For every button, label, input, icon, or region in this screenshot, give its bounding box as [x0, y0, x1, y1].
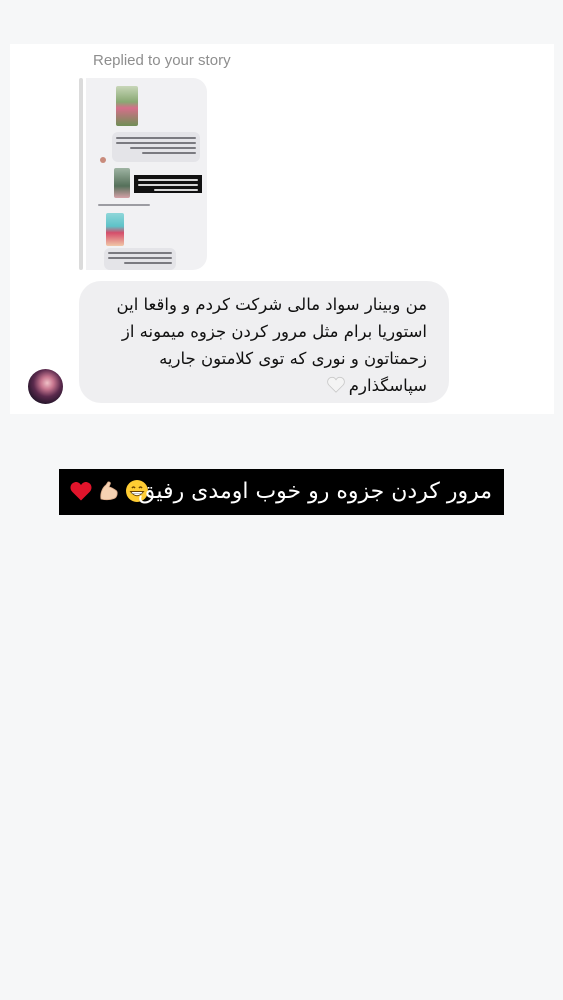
caption-text: مرور کردن جزوه رو خوب اومدی رفیق [138, 479, 492, 504]
story-thumbnail-image [106, 213, 124, 246]
preview-text-line [98, 204, 150, 206]
message-text-body: من وبینار سواد مالی شرکت کردم و واقعا ای… [116, 295, 427, 395]
red-heart-icon [70, 482, 92, 501]
preview-text-line [142, 152, 196, 154]
dm-screenshot-card: Replied to your story من وبینار سواد مال… [10, 44, 554, 414]
preview-text-line [108, 252, 172, 254]
message-bubble[interactable]: من وبینار سواد مالی شرکت کردم و واقعا ای… [79, 281, 449, 403]
preview-text-line [138, 184, 198, 186]
caption-emojis [69, 479, 149, 503]
preview-text-line [138, 179, 198, 181]
preview-text-line [116, 137, 196, 139]
flexed-biceps-icon [100, 481, 118, 501]
quote-line [79, 78, 83, 270]
white-heart-icon [327, 376, 345, 393]
preview-message-bubble [104, 248, 176, 270]
preview-text-line [130, 147, 196, 149]
story-caption: مرور کردن جزوه رو خوب اومدی رفیق [59, 469, 504, 515]
replied-to-story-label: Replied to your story [93, 52, 231, 69]
preview-avatar [100, 157, 106, 163]
story-preview-thumbnail[interactable] [86, 78, 207, 270]
message-text: من وبینار سواد مالی شرکت کردم و واقعا ای… [87, 291, 427, 399]
story-thumbnail-image [116, 86, 138, 126]
preview-text-line [124, 262, 172, 264]
preview-text-line [108, 257, 172, 259]
preview-text-line [116, 142, 196, 144]
sender-avatar[interactable] [28, 369, 63, 404]
preview-caption-box [134, 175, 202, 193]
story-thumbnail-image [114, 168, 130, 198]
story-screen: Replied to your story من وبینار سواد مال… [0, 0, 563, 1000]
preview-text-line [154, 189, 198, 191]
preview-message-bubble [112, 132, 200, 162]
